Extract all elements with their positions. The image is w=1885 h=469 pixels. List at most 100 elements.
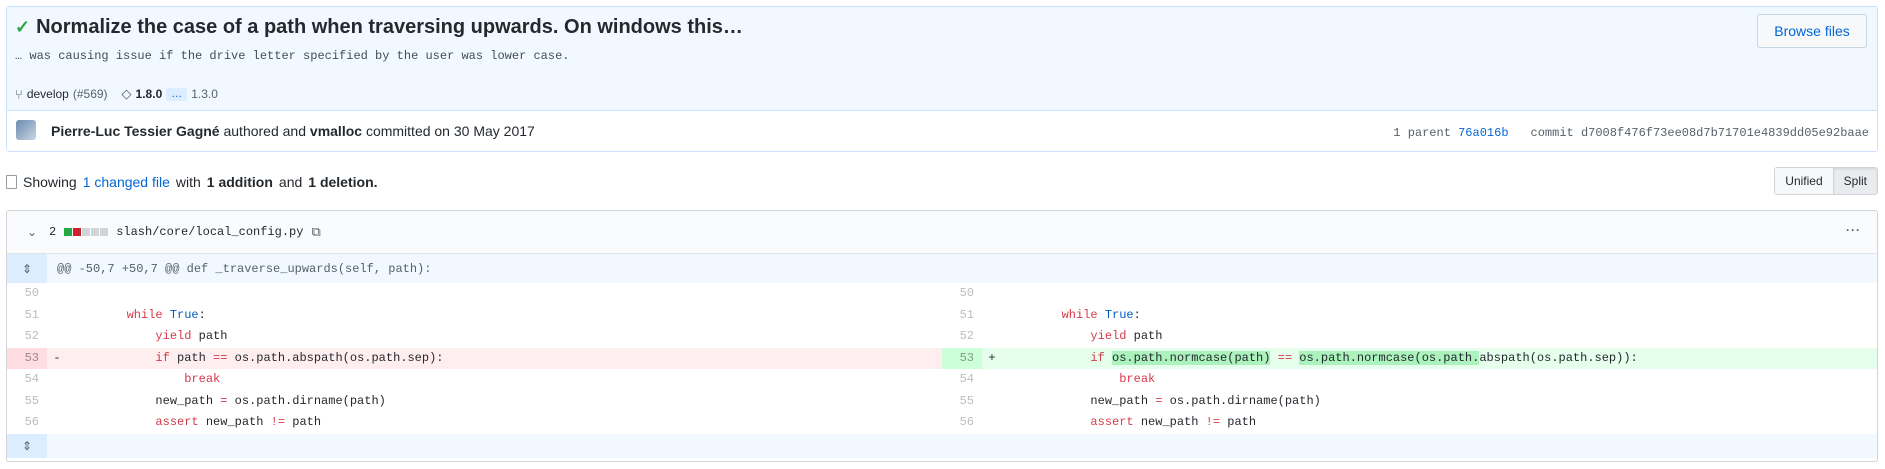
diff-sign — [982, 412, 998, 434]
commit-box: ✓ Normalize the case of a path when trav… — [6, 6, 1878, 152]
line-number[interactable]: 53 — [942, 347, 982, 369]
commit-sha: d7008f476f73ee08d7b71701e4839dd05e92baae — [1580, 126, 1869, 140]
diff-sign — [47, 412, 63, 434]
author-link[interactable]: Pierre-Luc Tessier Gagné — [51, 123, 220, 139]
changed-files-link[interactable]: 1 changed file — [83, 174, 170, 190]
and-text: and — [278, 174, 303, 190]
diff-row: 54 break — [7, 369, 942, 391]
diff-sign — [47, 283, 63, 305]
diff-row: 53- if path == os.path.abspath(os.path.s… — [7, 347, 942, 369]
diff-sign — [982, 326, 998, 348]
diff-sign — [982, 305, 998, 327]
file-diff: ⌄ 2 slash/core/local_config.py ⧉ ··· ⇕ @… — [6, 210, 1878, 462]
line-number[interactable]: 52 — [7, 326, 47, 348]
code-line: break — [1119, 372, 1156, 386]
code-line: yield path — [155, 329, 228, 343]
committed-text: committed on 30 May 2017 — [365, 123, 535, 139]
diff-row: 51 while True: — [942, 305, 1877, 327]
file-path[interactable]: slash/core/local_config.py — [116, 225, 303, 239]
parent-info: 1 parent 76a016b commit d7008f476f73ee08… — [1393, 126, 1869, 140]
additions-count: 1 addition — [206, 174, 273, 190]
code-line: assert new_path != path — [155, 415, 322, 429]
unfold-icon[interactable]: ⇕ — [7, 433, 47, 458]
line-number[interactable]: 50 — [7, 283, 47, 305]
branch-link[interactable]: develop — [27, 87, 69, 101]
diff-sign: - — [47, 347, 63, 369]
diff-sign — [47, 369, 63, 391]
diff-sign — [982, 283, 998, 305]
line-number[interactable]: 54 — [7, 369, 47, 391]
tag-last[interactable]: 1.3.0 — [191, 87, 218, 101]
line-number[interactable]: 56 — [7, 412, 47, 434]
unfold-icon[interactable]: ⇕ — [7, 254, 47, 283]
code-line: new_path = os.path.dirname(path) — [1004, 393, 1321, 408]
diff-summary: Showing 1 changed file with 1 addition a… — [6, 174, 378, 190]
browse-files-button[interactable]: Browse files — [1757, 14, 1867, 48]
avatar[interactable] — [16, 120, 36, 140]
code-line: new_path = os.path.dirname(path) — [69, 393, 386, 408]
diff-row: 56 assert new_path != path — [7, 412, 942, 434]
line-number[interactable]: 56 — [942, 412, 982, 434]
commit-header: ✓ Normalize the case of a path when trav… — [7, 7, 1877, 111]
parent-group: 1 parent 76a016b — [1393, 126, 1508, 140]
bottom-expander: ⇕ — [7, 433, 1877, 458]
diffstat-del-block — [73, 228, 82, 236]
diff-row: 56 assert new_path != path — [942, 412, 1877, 434]
split-button[interactable]: Split — [1832, 168, 1877, 194]
commit-label: commit — [1530, 126, 1574, 140]
diff-sign: + — [982, 347, 998, 369]
code-line: while True: — [1061, 307, 1141, 322]
diff-sign — [982, 391, 998, 413]
diff-right-side: 50 51 while True: 52 yield path 53 + if os.p… — [942, 283, 1877, 434]
code-line: if os.path.normcase(path) == os.path.nor… — [998, 347, 1877, 369]
file-diff-icon — [6, 175, 17, 189]
tag-primary[interactable]: 1.8.0 — [136, 87, 163, 101]
line-number[interactable]: 53 — [7, 347, 47, 369]
diff-row: 50 — [7, 283, 942, 305]
diff-row: 51 while True: — [7, 305, 942, 327]
file-header: ⌄ 2 slash/core/local_config.py ⧉ ··· — [7, 211, 1877, 254]
view-toggle: Unified Split — [1774, 167, 1878, 195]
diffstat-neutral-block — [100, 228, 109, 236]
authored-text: authored and — [223, 123, 307, 139]
line-number[interactable]: 51 — [942, 305, 982, 327]
diffstat-neutral-block — [82, 228, 91, 236]
kebab-icon[interactable]: ··· — [1846, 223, 1861, 237]
chevron-down-icon[interactable]: ⌄ — [27, 225, 41, 239]
code-line: assert new_path != path — [1090, 415, 1257, 429]
clipboard-icon[interactable]: ⧉ — [311, 224, 320, 240]
tag-icon: ◇ — [121, 86, 132, 101]
diff-row: 50 — [942, 283, 1877, 305]
code-line: if path == os.path.abspath(os.path.sep): — [63, 347, 942, 369]
committer-link[interactable]: vmalloc — [310, 123, 362, 139]
line-number[interactable]: 54 — [942, 369, 982, 391]
line-number[interactable]: 55 — [942, 391, 982, 413]
branch-icon: ⑂ — [15, 86, 23, 102]
change-count: 2 — [49, 225, 57, 239]
parent-label: 1 parent — [1393, 126, 1451, 140]
diff-row: 53 + if os.path.normcase(path) == os.path… — [942, 347, 1877, 369]
diffstat — [64, 228, 109, 236]
pr-link[interactable]: (#569) — [73, 87, 108, 101]
code-line: while True: — [126, 307, 206, 322]
code-line: break — [184, 372, 221, 386]
diff-left-side: 50 51 while True: 52 yield path 53- if path… — [7, 283, 942, 434]
parent-sha-link[interactable]: 76a016b — [1458, 126, 1508, 140]
unified-button[interactable]: Unified — [1775, 168, 1833, 194]
code-line: yield path — [1090, 329, 1163, 343]
tag-expand-button[interactable]: … — [166, 87, 188, 101]
commit-meta: Pierre-Luc Tessier Gagné authored and vm… — [7, 111, 1877, 151]
diff-sign — [982, 369, 998, 391]
line-number[interactable]: 55 — [7, 391, 47, 413]
diff-table: 50 51 while True: 52 yield path 53- if path… — [7, 283, 1877, 434]
commit-sha-group: commit d7008f476f73ee08d7b71701e4839dd05… — [1531, 126, 1869, 140]
commit-title-text: Normalize the case of a path when traver… — [36, 16, 743, 38]
line-number[interactable]: 50 — [942, 283, 982, 305]
diff-sign — [47, 326, 63, 348]
with-text: with — [175, 174, 201, 190]
line-number[interactable]: 51 — [7, 305, 47, 327]
branch-row: ⑂ develop (#569) ◇ 1.8.0 … 1.3.0 — [15, 86, 218, 102]
line-number[interactable]: 52 — [942, 326, 982, 348]
